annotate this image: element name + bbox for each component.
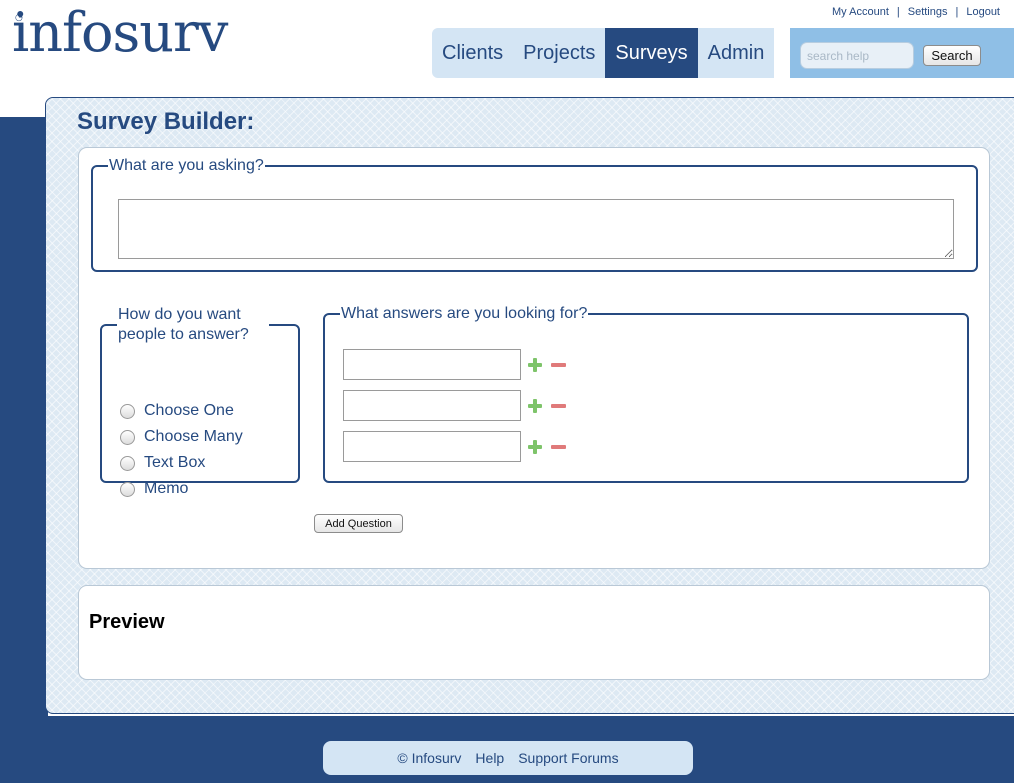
radio-text-box[interactable]: Text Box: [120, 450, 243, 476]
answer-input[interactable]: [343, 390, 521, 421]
answer-input[interactable]: [343, 431, 521, 462]
footer: © Infosurv Help Support Forums: [323, 741, 693, 775]
separator: |: [955, 6, 959, 18]
add-question-button[interactable]: Add Question: [314, 514, 403, 533]
answer-row: [343, 390, 566, 421]
copyright-link[interactable]: © Infosurv: [397, 750, 461, 766]
minus-icon[interactable]: [551, 403, 566, 408]
plus-icon[interactable]: [528, 439, 542, 454]
tab-admin[interactable]: Admin: [698, 28, 775, 78]
top-links: My Account | Settings | Logout: [832, 6, 1000, 18]
radio-label: Text Box: [144, 454, 206, 471]
question-legend: What are you asking?: [109, 157, 264, 174]
radio-button[interactable]: [120, 403, 135, 419]
radio-button[interactable]: [120, 455, 135, 471]
radio-choose-many[interactable]: Choose Many: [120, 424, 243, 450]
radio-memo[interactable]: Memo: [120, 476, 243, 502]
separator: |: [896, 6, 900, 18]
tab-clients[interactable]: Clients: [432, 28, 513, 78]
answer-type-legend: How do you want people to answer?: [118, 306, 249, 343]
answer-type-list: Choose One Choose Many Text Box Memo: [120, 398, 243, 502]
logo[interactable]: infosurv: [12, 6, 228, 60]
radio-label: Memo: [144, 480, 189, 497]
radio-choose-one[interactable]: Choose One: [120, 398, 243, 424]
settings-link[interactable]: Settings: [908, 6, 948, 18]
builder-box: What are you asking? How do you want peo…: [78, 147, 990, 569]
radio-label: Choose Many: [144, 428, 243, 445]
question-textarea[interactable]: [118, 199, 954, 259]
tab-projects[interactable]: Projects: [513, 28, 605, 78]
page-title: Survey Builder:: [77, 108, 255, 135]
plus-icon[interactable]: [528, 398, 542, 413]
answer-row: [343, 349, 566, 380]
question-fieldset: What are you asking?: [91, 157, 978, 272]
logout-link[interactable]: Logout: [966, 6, 1000, 18]
main-nav: Clients Projects Surveys Admin: [432, 28, 775, 78]
search-button[interactable]: Search: [923, 45, 981, 66]
answer-row: [343, 431, 566, 462]
support-forums-link[interactable]: Support Forums: [518, 750, 618, 766]
answer-input[interactable]: [343, 349, 521, 380]
search-bar: Search: [790, 28, 1014, 78]
help-link[interactable]: Help: [475, 750, 504, 766]
radio-label: Choose One: [144, 402, 234, 419]
radio-button[interactable]: [120, 429, 135, 445]
preview-title: Preview: [89, 611, 165, 633]
my-account-link[interactable]: My Account: [832, 6, 889, 18]
plus-icon[interactable]: [528, 357, 542, 372]
answer-type-fieldset: How do you want people to answer? Choose…: [100, 305, 300, 497]
radio-button[interactable]: [120, 481, 135, 497]
minus-icon[interactable]: [551, 444, 566, 449]
tab-surveys[interactable]: Surveys: [605, 28, 698, 78]
answers-legend: What answers are you looking for?: [341, 305, 588, 322]
minus-icon[interactable]: [551, 362, 566, 367]
answers-fieldset: What answers are you looking for?: [323, 305, 969, 483]
background-left: [0, 117, 48, 783]
search-input[interactable]: [800, 42, 914, 69]
survey-builder-panel: Survey Builder: What are you asking? How…: [45, 97, 1014, 714]
preview-box: Preview: [78, 585, 990, 680]
